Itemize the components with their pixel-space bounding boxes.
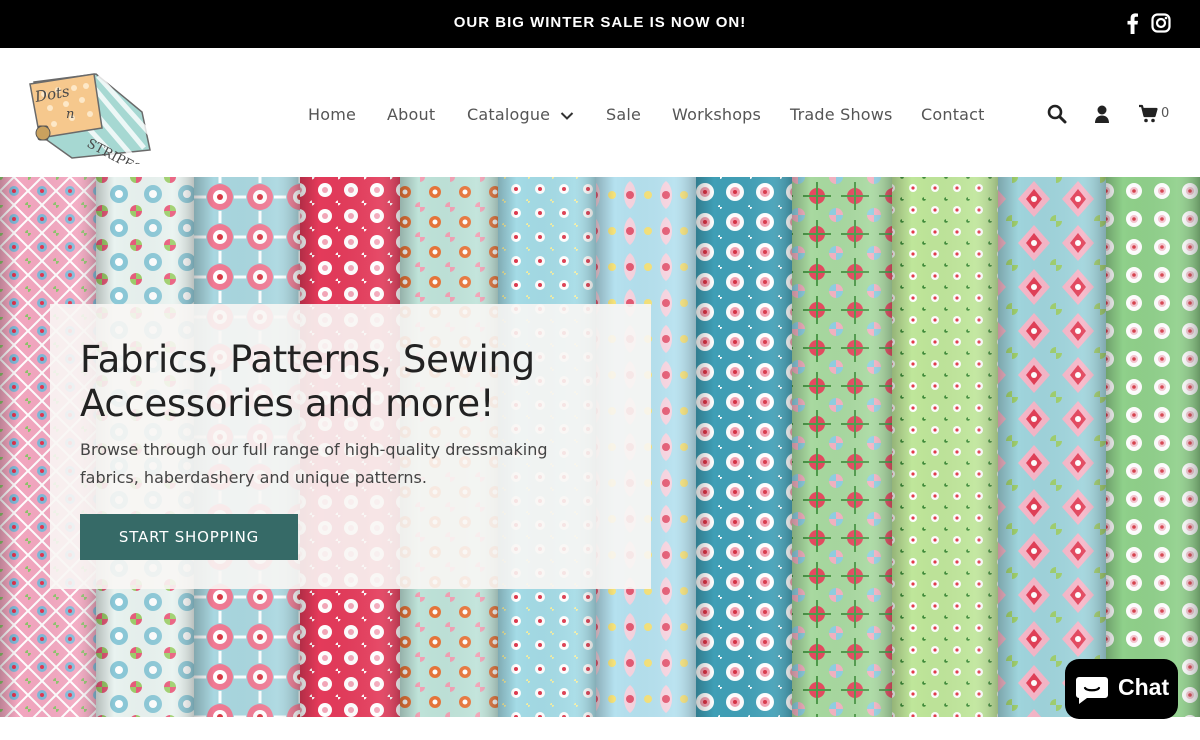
site-logo[interactable]: Dots n STRIPES bbox=[24, 68, 156, 178]
instagram-icon[interactable] bbox=[1151, 12, 1171, 38]
cart-icon[interactable] bbox=[1138, 104, 1158, 128]
hero-subtitle: Browse through our full range of high-qu… bbox=[80, 440, 548, 487]
chevron-down-icon bbox=[560, 106, 574, 125]
nav-workshops[interactable]: Workshops bbox=[672, 105, 761, 124]
hero-text-card: Fabrics, Patterns, Sewing Accessories an… bbox=[50, 304, 651, 589]
site-header: Dots n STRIPES Home About Catalogue Sale… bbox=[0, 48, 1200, 178]
nav-about[interactable]: About bbox=[387, 105, 435, 124]
nav-catalogue-label: Catalogue bbox=[467, 105, 551, 124]
announcement-bar: OUR BIG WINTER SALE IS NOW ON! bbox=[0, 0, 1200, 48]
logo-text-n: n bbox=[66, 107, 74, 122]
hero-title: Fabrics, Patterns, Sewing Accessories an… bbox=[80, 338, 535, 425]
nav-trade-shows[interactable]: Trade Shows bbox=[790, 105, 893, 124]
chat-bubble-icon bbox=[1075, 675, 1109, 709]
start-shopping-button[interactable]: START SHOPPING bbox=[80, 514, 298, 560]
hero-banner: Fabrics, Patterns, Sewing Accessories an… bbox=[0, 177, 1200, 717]
search-icon[interactable] bbox=[1047, 104, 1067, 128]
nav-catalogue[interactable]: Catalogue bbox=[467, 105, 574, 125]
nav-sale[interactable]: Sale bbox=[606, 105, 641, 124]
facebook-icon[interactable] bbox=[1124, 12, 1140, 38]
account-icon[interactable] bbox=[1094, 104, 1110, 128]
cart-count: 0 bbox=[1161, 106, 1170, 121]
nav-home[interactable]: Home bbox=[308, 105, 356, 124]
nav-contact[interactable]: Contact bbox=[921, 105, 985, 124]
announcement-text: OUR BIG WINTER SALE IS NOW ON! bbox=[453, 14, 747, 31]
chat-widget-button[interactable]: Chat bbox=[1065, 659, 1178, 719]
chat-label: Chat bbox=[1118, 674, 1170, 700]
